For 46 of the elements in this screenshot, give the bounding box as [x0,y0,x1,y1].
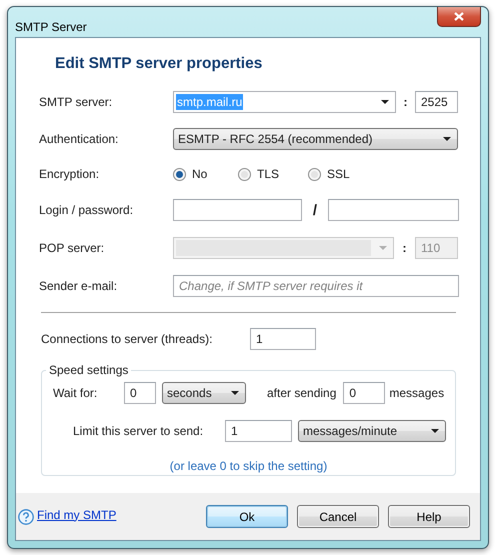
wait-field[interactable]: 0 [124,382,156,404]
login-field[interactable] [173,199,302,221]
dialog-button[interactable]: Ok [206,505,288,528]
sender-email-field[interactable]: Change, if SMTP server requires it [173,275,459,297]
close-icon [454,12,464,21]
radio-label: No [192,167,208,181]
field-label: Login / password: [39,203,134,217]
radio-label: TLS [257,167,280,181]
dialog-heading: Edit SMTP server properties [54,54,264,74]
separator-label: : [402,95,408,109]
port-field[interactable]: 2525 [415,91,458,113]
hint-text: (or leave 0 to skip the setting) [168,458,328,473]
field-label: Authentication: [39,132,120,146]
field-label: SMTP server: [39,95,114,109]
field-label: Wait for: [53,386,98,400]
field-label: Encryption: [39,167,100,181]
password-field[interactable] [328,199,459,221]
field-label: Limit this server to send: [73,424,204,438]
separator-label: / [312,202,318,218]
authentication-dropdown[interactable]: ESMTP - RFC 2554 (recommended) [173,128,458,150]
group-title: Speed settings [48,363,130,377]
limit-field[interactable]: 1 [225,420,292,442]
find-smtp-link[interactable]: Find my SMTP [37,508,116,522]
field-label: after sending [267,386,336,400]
rate-unit-dropdown[interactable]: messages/minute [298,420,446,442]
field-label: Sender e-mail: [39,279,118,293]
dialog-button[interactable]: Help [388,505,470,528]
dropdown-caret-icon [443,137,451,141]
dropdown-caret-icon [379,246,387,250]
field-label: messages [389,386,444,400]
radio-button[interactable] [173,168,186,180]
radio-button[interactable] [308,168,321,180]
dropdown-caret-icon [431,429,439,433]
radio-button[interactable] [238,168,251,180]
messages-count-field[interactable]: 0 [343,382,386,404]
close-button[interactable] [437,7,481,27]
radio-label: SSL [327,167,350,181]
dropdown-caret-icon [231,391,239,395]
field-label: POP server: [39,241,106,255]
separator-label: : [402,241,408,255]
threads-field[interactable]: 1 [250,328,316,350]
window-title: SMTP Server [15,20,87,34]
field-label: Connections to server (threads): [41,332,214,346]
dialog-button[interactable]: Cancel [297,505,379,528]
dropdown-caret-icon [381,100,389,104]
time-unit-dropdown[interactable]: seconds [162,382,246,404]
